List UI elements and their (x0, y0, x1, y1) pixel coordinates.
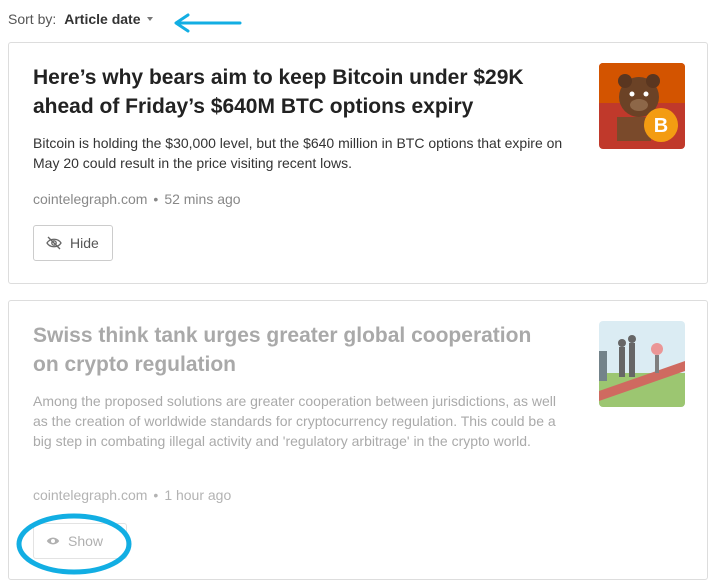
annotation-arrow (174, 13, 242, 33)
article-time: 1 hour ago (164, 487, 232, 503)
bear-bitcoin-illustration: B (599, 63, 685, 149)
hide-button[interactable]: Hide (33, 225, 113, 261)
svg-text:B: B (654, 115, 668, 137)
article-meta: cointelegraph.com • 52 mins ago (33, 191, 241, 207)
article-card: Here’s why bears aim to keep Bitcoin und… (8, 42, 708, 284)
article-source[interactable]: cointelegraph.com (33, 191, 147, 207)
article-meta: cointelegraph.com • 1 hour ago (33, 487, 231, 503)
sort-dropdown[interactable]: Article date (64, 11, 153, 27)
article-headline[interactable]: Here’s why bears aim to keep Bitcoin und… (33, 63, 553, 121)
meta-separator: • (153, 191, 159, 207)
sort-label: Sort by: (8, 11, 57, 27)
article-summary: Bitcoin is holding the $30,000 level, bu… (33, 135, 563, 171)
article-thumbnail[interactable] (599, 321, 685, 407)
article-summary: Among the proposed solutions are greater… (33, 393, 556, 449)
show-button-label: Show (68, 533, 104, 549)
eye-slash-icon (46, 236, 62, 250)
article-headline[interactable]: Swiss think tank urges greater global co… (33, 321, 553, 379)
eye-icon (46, 537, 60, 545)
chevron-down-icon (146, 17, 153, 21)
article-source[interactable]: cointelegraph.com (33, 487, 147, 503)
article-card-hidden: Swiss think tank urges greater global co… (8, 300, 708, 580)
show-button[interactable]: Show (33, 523, 127, 559)
sort-bar: Sort by: Article date (8, 8, 153, 30)
sort-value: Article date (64, 11, 141, 27)
hide-button-label: Hide (70, 235, 99, 251)
article-time: 52 mins ago (164, 191, 241, 207)
meta-separator: • (153, 487, 159, 503)
article-thumbnail[interactable]: B (599, 63, 685, 149)
swiss-regulation-illustration (599, 321, 685, 407)
